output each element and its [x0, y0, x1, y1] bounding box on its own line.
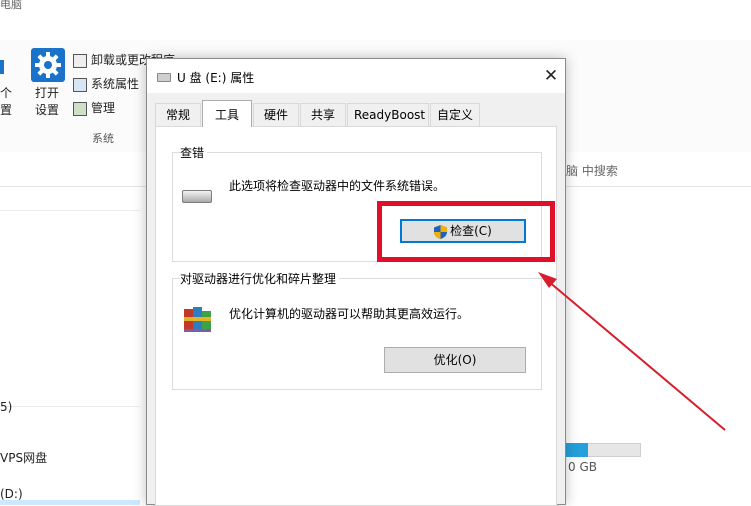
ribbon-cut-label-1: 个 [0, 86, 13, 100]
nav-divider [0, 210, 140, 211]
hard-drive-icon [182, 190, 212, 203]
ribbon-edge-icon [0, 60, 4, 74]
gear-icon [31, 48, 65, 82]
explorer-titlebar: 电脑 [0, 0, 751, 40]
uninstall-icon [73, 54, 87, 68]
ribbon-cut-label-2: 置 [0, 103, 13, 117]
usb-drive-icon [157, 73, 171, 82]
manage-icon [73, 102, 87, 116]
drive-usage-fill [566, 443, 588, 457]
search-box-hint[interactable]: 脑 中搜索 [566, 162, 618, 179]
optimize-button-label: 优化(O) [433, 353, 477, 367]
manage-label: 管理 [91, 101, 116, 115]
tab-customize[interactable]: 自定义 [430, 103, 480, 126]
error-checking-title: 查错 [180, 144, 208, 161]
optimize-button[interactable]: 优化(O) [384, 347, 526, 373]
system-properties-icon [73, 78, 87, 92]
annotation-highlight-box [377, 201, 555, 262]
drive-properties-dialog: U 盘 (E:) 属性 ✕ 常规 工具 硬件 共享 ReadyBoost 自定义… [146, 58, 566, 506]
open-settings-label-1: 打开 [35, 86, 60, 100]
tab-hardware[interactable]: 硬件 [253, 103, 299, 126]
optimize-group-title: 对驱动器进行优化和碎片整理 [180, 270, 340, 287]
nav-divider-2 [0, 406, 140, 407]
system-properties-label: 系统属性 [91, 77, 140, 91]
close-icon: ✕ [543, 66, 559, 86]
open-settings-label-2: 设置 [35, 103, 60, 117]
tab-sharing[interactable]: 共享 [300, 103, 346, 126]
nav-selection-highlight [0, 500, 140, 505]
nav-item-wps-drive[interactable]: VPS网盘 [0, 450, 47, 467]
optimize-group [172, 278, 542, 390]
dialog-titlebar: U 盘 (E:) 属性 ✕ [147, 59, 565, 93]
optimize-description: 优化计算机的驱动器可以帮助其更高效运行。 [229, 307, 470, 321]
defrag-icon [184, 307, 211, 332]
ribbon-group-system-label: 系统 [92, 132, 114, 145]
tab-general[interactable]: 常规 [155, 103, 201, 126]
tab-readyboost[interactable]: ReadyBoost [347, 103, 429, 126]
dialog-title: U 盘 (E:) 属性 [177, 71, 255, 85]
explorer-window-title: 电脑 [0, 0, 22, 11]
tools-tab-panel: 查错 此选项将检查驱动器中的文件系统错误。 检查(C) 对驱动器进行优化和碎片整… [155, 126, 557, 506]
nav-item-1[interactable]: 5) [0, 399, 12, 416]
error-checking-description: 此选项将检查驱动器中的文件系统错误。 [229, 179, 446, 193]
tab-tools[interactable]: 工具 [202, 100, 252, 127]
open-settings-button[interactable]: 打开 设置 [31, 48, 65, 117]
close-button[interactable]: ✕ [540, 65, 562, 87]
drive-free-space-text: 0 GB [568, 460, 597, 474]
